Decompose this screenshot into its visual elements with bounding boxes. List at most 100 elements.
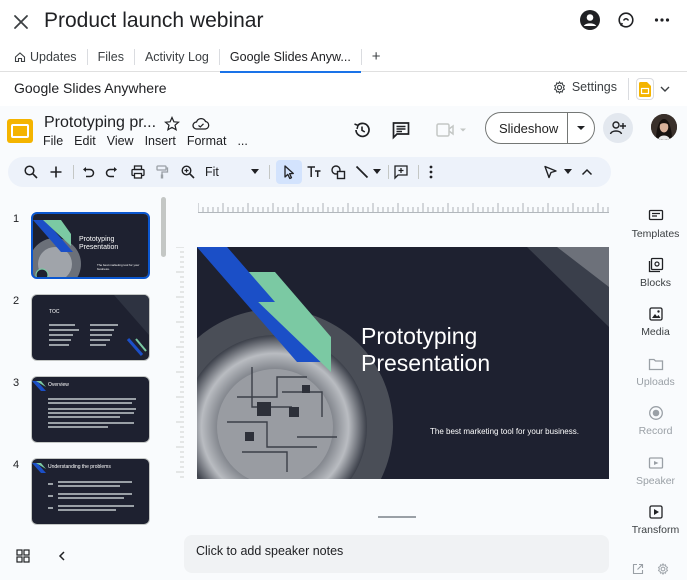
slides-app-badge[interactable]	[636, 78, 654, 100]
share-button[interactable]	[603, 113, 633, 143]
panel-label: Templates	[631, 228, 680, 240]
slide-thumbnail-4[interactable]: Understanding the problems	[31, 458, 150, 525]
menu-view[interactable]: View	[107, 134, 134, 148]
more-options-icon[interactable]	[423, 164, 439, 180]
panel-label: Blocks	[640, 277, 671, 289]
page-title: Product launch webinar	[44, 9, 264, 32]
star-icon[interactable]	[164, 116, 180, 132]
slide-number: 3	[13, 377, 20, 389]
person-add-icon	[609, 121, 626, 135]
zoom-icon[interactable]	[180, 164, 196, 180]
tab-label: Files	[97, 49, 124, 64]
chevron-left-icon[interactable]	[56, 550, 68, 562]
cursor-icon	[284, 165, 294, 180]
cloud-saved-icon[interactable]	[192, 116, 210, 132]
slide-number: 2	[13, 295, 20, 307]
slide-title[interactable]: Prototyping Presentation	[361, 323, 490, 377]
slide-subtitle[interactable]: The best marketing tool for your busines…	[430, 427, 579, 436]
search-icon[interactable]	[23, 164, 39, 180]
slideshow-dropdown-icon[interactable]	[568, 125, 594, 131]
settings-button[interactable]: Settings	[553, 80, 617, 94]
grid-view-icon[interactable]	[16, 549, 30, 563]
uploads-icon	[648, 358, 663, 371]
panel-templates[interactable]: Templates	[624, 208, 687, 240]
redo-icon[interactable]	[104, 164, 120, 180]
thumbnail-subtitle: The best marketing tool for your busines…	[97, 263, 140, 271]
chevron-up-icon[interactable]	[579, 164, 595, 180]
slide-thumbnail-3[interactable]: Overview	[31, 376, 150, 443]
new-slide-icon[interactable]	[48, 164, 64, 180]
thumbnail-title: Overview	[48, 382, 69, 388]
notes-resize-handle[interactable]	[378, 516, 416, 518]
transform-icon	[648, 505, 663, 519]
panel-record: Record	[624, 405, 687, 437]
more-icon[interactable]	[651, 9, 673, 31]
zoom-select[interactable]: Fit	[205, 165, 219, 179]
line-caret-icon[interactable]	[373, 169, 381, 174]
thumbnail-title: Prototyping Presentation	[79, 236, 119, 251]
menu-edit[interactable]: Edit	[74, 134, 96, 148]
comments-icon[interactable]	[391, 120, 411, 140]
account-icon[interactable]	[579, 9, 601, 31]
thumbnail-title: Understanding the problems	[48, 464, 111, 470]
version-history-icon[interactable]	[352, 120, 372, 140]
tab-activity-log[interactable]: Activity Log	[135, 42, 219, 72]
thumbnail-title: TOC	[49, 309, 60, 315]
menu-format[interactable]: Format	[187, 134, 227, 148]
print-icon[interactable]	[130, 164, 146, 180]
templates-icon	[648, 209, 663, 221]
document-title[interactable]: Prototyping pr...	[44, 114, 156, 132]
shape-icon[interactable]	[330, 164, 346, 180]
paint-format-icon[interactable]	[154, 164, 170, 180]
slide-thumbnail-2[interactable]: TOC	[31, 294, 150, 361]
horizontal-ruler[interactable]	[198, 201, 609, 213]
menu-file[interactable]: File	[43, 134, 63, 148]
line-icon[interactable]	[354, 164, 370, 180]
panel-label: Record	[638, 425, 673, 437]
video-call-icon[interactable]	[436, 121, 470, 139]
editing-mode-icon[interactable]	[542, 164, 558, 180]
add-comment-icon[interactable]	[393, 164, 409, 180]
tab-label: Google Slides Anyw...	[229, 49, 351, 64]
panel-uploads: Uploads	[624, 356, 687, 388]
chat-icon[interactable]	[615, 9, 637, 31]
speaker-notes[interactable]: Click to add speaker notes	[184, 535, 609, 573]
panel-settings-icon[interactable]	[657, 563, 669, 575]
slide-title-line: Presentation	[361, 350, 491, 376]
tab-google-slides-anywhere[interactable]: Google Slides Anyw...	[219, 42, 361, 73]
chevron-down-icon[interactable]	[659, 83, 671, 95]
slideshow-button[interactable]: Slideshow	[485, 112, 595, 144]
menu-bar: File Edit View Insert Format ...	[43, 134, 248, 148]
avatar[interactable]	[651, 114, 677, 140]
add-tab-button[interactable]: +	[362, 42, 391, 72]
slide-canvas[interactable]: Prototyping Presentation The best market…	[197, 247, 609, 479]
slides-logo-icon[interactable]	[7, 117, 33, 145]
text-box-icon[interactable]	[306, 164, 322, 180]
menu-insert[interactable]: Insert	[145, 134, 176, 148]
panel-transform[interactable]: Transform	[624, 504, 687, 536]
close-icon[interactable]	[10, 11, 32, 33]
filmstrip-scrollbar[interactable]	[161, 197, 166, 257]
tab-files[interactable]: Files	[88, 42, 134, 72]
tab-updates[interactable]: Updates	[0, 42, 87, 72]
header-divider	[628, 78, 629, 100]
slide-number: 4	[13, 459, 20, 471]
panel-speaker: Speaker	[624, 455, 687, 487]
menu-more[interactable]: ...	[237, 134, 247, 148]
home-icon	[14, 51, 26, 62]
toolbar-divider	[418, 165, 419, 179]
undo-icon[interactable]	[80, 164, 96, 180]
tab-label: Updates	[30, 49, 77, 64]
panel-media[interactable]: Media	[624, 306, 687, 338]
slide-thumbnail-1[interactable]: Prototyping Presentation The best market…	[31, 212, 150, 279]
zoom-caret-icon[interactable]	[251, 169, 259, 174]
slideshow-label: Slideshow	[499, 120, 559, 136]
mode-caret-icon[interactable]	[564, 169, 572, 174]
toolbar-divider	[73, 165, 74, 179]
gear-icon	[553, 80, 565, 94]
panel-blocks[interactable]: Blocks	[624, 257, 687, 289]
toolbar-divider	[388, 165, 389, 179]
filmstrip: 1 Prototyping Presentation The best mark…	[0, 200, 170, 540]
open-external-icon[interactable]	[632, 563, 644, 575]
vertical-ruler[interactable]	[176, 247, 184, 479]
